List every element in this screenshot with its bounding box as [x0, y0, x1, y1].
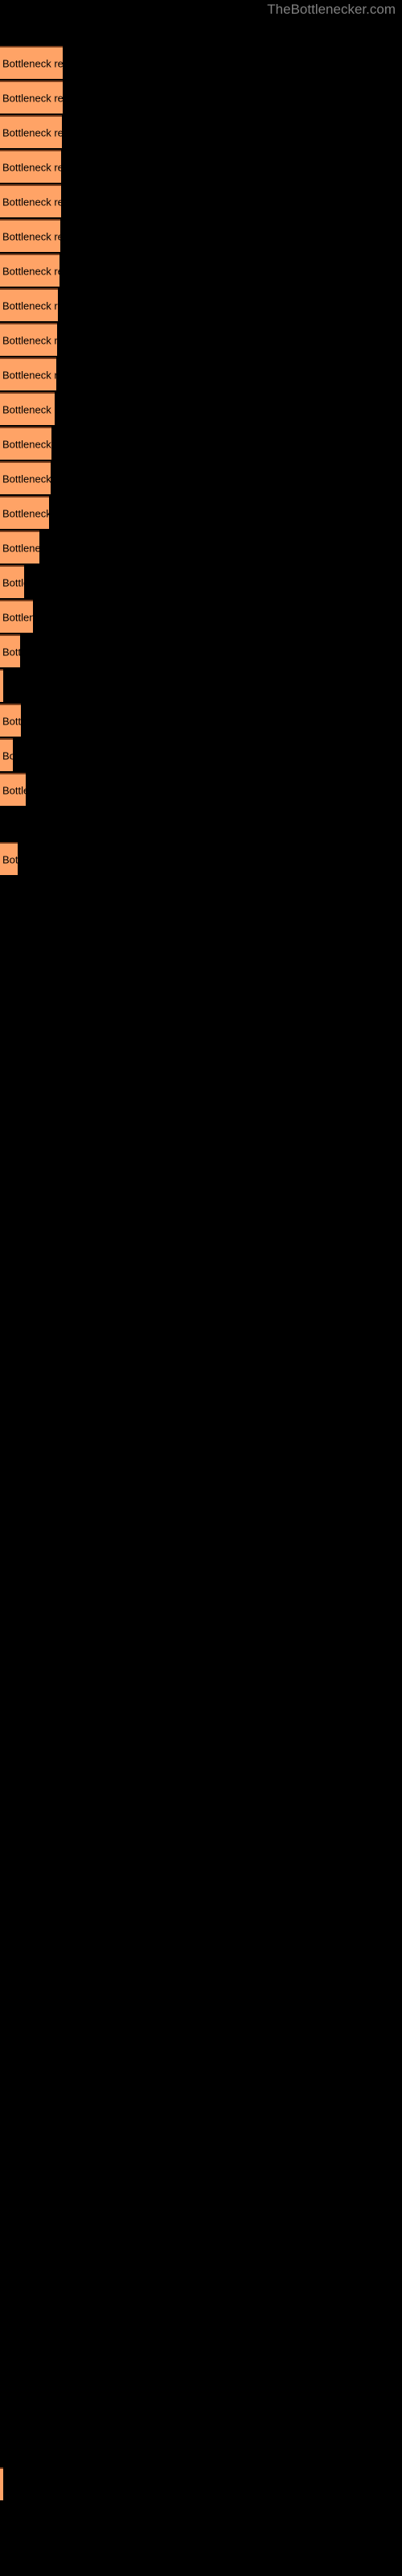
bar-label: Bottleneck result	[2, 542, 39, 554]
bar-label: Bottleneck result	[2, 403, 55, 415]
bar-bottleneck-result[interactable]: Bottleneck result	[0, 219, 60, 252]
bar-bottleneck-result[interactable]: Bottleneck result	[0, 150, 61, 183]
bar-bottleneck-result[interactable]: Bottleneck result	[0, 80, 63, 114]
bar-bottleneck-result[interactable]: Bottleneck result	[0, 842, 18, 875]
bar-bottleneck-result[interactable]: Bottleneck result	[0, 738, 13, 771]
bar-bottleneck-result[interactable]: Bottleneck result	[0, 600, 33, 633]
bar-bottleneck-result[interactable]: Bottleneck result	[0, 288, 58, 321]
bar-bottleneck-result[interactable]: Bottleneck result	[0, 46, 63, 79]
bar-bottleneck-result[interactable]: Bottleneck result	[0, 565, 24, 598]
bar-label: Bottleneck result	[2, 507, 49, 519]
bar-label: Bottleneck result	[2, 126, 62, 138]
bar-label: Bottleneck result	[2, 611, 33, 623]
bar-bottleneck-result[interactable]: Bottleneck result	[0, 461, 51, 494]
bar-bottleneck-result[interactable]: Bottleneck result	[0, 530, 39, 564]
bar-label: Bottleneck result	[2, 576, 24, 588]
bar-bottleneck-result[interactable]: Bottleneck result	[0, 2467, 3, 2500]
bar-label: Bottleneck result	[2, 265, 59, 277]
bar-bottleneck-result[interactable]: Bottleneck result	[0, 704, 21, 737]
bar-label: Bottleneck result	[2, 853, 18, 865]
bar-label: Bottleneck result	[2, 92, 63, 104]
bar-bottleneck-result[interactable]: Bottleneck result	[0, 427, 51, 460]
bar-label: Bottleneck result	[2, 438, 51, 450]
bar-label: Bottleneck result	[2, 299, 58, 312]
bar-bottleneck-result[interactable]: Bottleneck result	[0, 184, 61, 217]
bar-label: Bottleneck result	[2, 749, 13, 762]
bar-label: Bottleneck result	[2, 230, 60, 242]
bar-label: Bottleneck result	[2, 646, 20, 658]
bar-bottleneck-result[interactable]: Bottleneck result	[0, 392, 55, 425]
bar-bottleneck-result[interactable]: Bottleneck result	[0, 357, 56, 390]
bar-bottleneck-result[interactable]: Bottleneck result	[0, 254, 59, 287]
bar-bottleneck-result[interactable]: Bottleneck result	[0, 323, 57, 356]
bar-label: Bottleneck result	[2, 784, 26, 796]
bar-label: Bottleneck result	[2, 196, 61, 208]
bar-bottleneck-result[interactable]: Bottleneck result	[0, 634, 20, 667]
bar-label: Bottleneck result	[2, 715, 21, 727]
bar-label: Bottleneck result	[2, 473, 51, 485]
bar-label: Bottleneck result	[2, 161, 61, 173]
bar-label: Bottleneck result	[2, 57, 63, 69]
bar-bottleneck-result[interactable]: Bottleneck result	[0, 115, 62, 148]
bottleneck-bar-chart: Bottleneck result Bottleneck result Bottle…	[0, 0, 402, 2576]
bar-bottleneck-result[interactable]: Bottleneck result	[0, 496, 49, 529]
bar-bottleneck-result[interactable]: Bottleneck result	[0, 773, 26, 806]
bar-bottleneck-result[interactable]: Bottleneck result	[0, 669, 3, 702]
bar-label: Bottleneck result	[2, 334, 57, 346]
bar-label: Bottleneck result	[2, 369, 56, 381]
